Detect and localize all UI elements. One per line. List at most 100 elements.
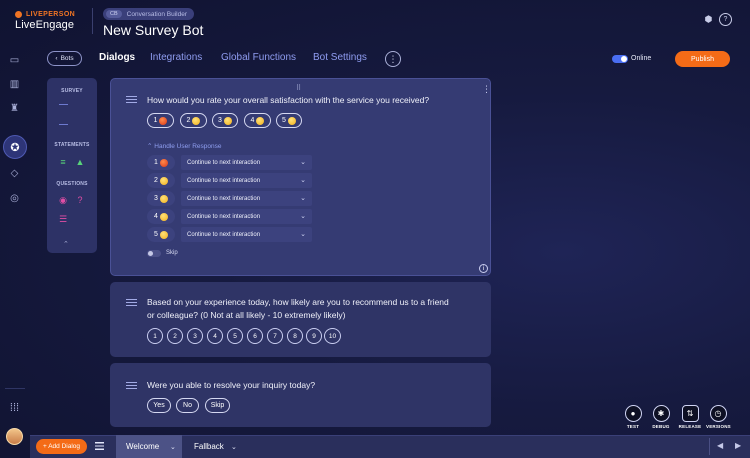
chat-icon[interactable]: ▭ xyxy=(7,53,22,68)
response-action-label: Continue to next interaction xyxy=(187,177,261,184)
menu-icon[interactable] xyxy=(95,442,104,450)
conversation-builder-icon[interactable]: ✪ xyxy=(3,135,27,159)
handle-user-response-toggle[interactable]: ⌃ Handle User Response xyxy=(147,142,221,150)
rating-option[interactable]: 4 xyxy=(244,113,271,128)
answer-yes-button[interactable]: Yes xyxy=(147,398,171,413)
nps-option[interactable]: 7 xyxy=(267,328,283,344)
rating-option[interactable]: 5 xyxy=(276,113,302,128)
question-type-icon xyxy=(126,299,137,308)
breadcrumb-tag: CB xyxy=(106,10,122,18)
versions-tool[interactable]: ◷ VERSIONS xyxy=(706,405,731,429)
survey-item-icon[interactable] xyxy=(57,119,69,131)
test-tool[interactable]: ● TEST xyxy=(621,405,645,429)
brand-dot-icon xyxy=(15,11,22,18)
dialog-tab-fallback[interactable]: Fallback ⌄ xyxy=(184,435,244,458)
answer-skip-button[interactable]: Skip xyxy=(205,398,230,413)
rail-divider xyxy=(5,388,25,389)
breadcrumb[interactable]: CB Conversation Builder xyxy=(103,8,194,20)
avatar[interactable] xyxy=(6,428,23,445)
bot-icon[interactable]: ♜ xyxy=(7,101,22,116)
nps-option[interactable]: 9 xyxy=(306,328,322,344)
palette-section-survey: SURVEY xyxy=(61,88,83,94)
response-action-label: Continue to next interaction xyxy=(187,195,261,202)
skip-toggle[interactable] xyxy=(147,250,161,257)
app-grid-icon[interactable]: ⁞⁞⁞ xyxy=(7,400,22,415)
nps-option[interactable]: 5 xyxy=(227,328,243,344)
response-row: 2 Continue to next interaction ⌄ xyxy=(147,173,312,188)
scroll-right-icon[interactable]: ▶ xyxy=(735,441,741,450)
chevron-down-icon: ⌄ xyxy=(300,231,306,238)
survey-item-icon[interactable] xyxy=(57,99,69,111)
chevron-left-icon: ‹ xyxy=(55,55,58,62)
option-label: 2 xyxy=(186,117,191,124)
nps-option[interactable]: 4 xyxy=(207,328,223,344)
nps-option[interactable]: 10 xyxy=(324,328,341,344)
response-number: 2 xyxy=(147,173,175,188)
add-dialog-button[interactable]: + Add Dialog xyxy=(36,439,87,454)
online-toggle[interactable] xyxy=(612,55,628,63)
chevron-down-icon: ⌄ xyxy=(300,177,306,184)
response-action-select[interactable]: Continue to next interaction ⌄ xyxy=(181,173,312,188)
rating-option[interactable]: 3 xyxy=(212,113,238,128)
page-title: New Survey Bot xyxy=(103,22,204,38)
info-icon[interactable]: i xyxy=(479,264,488,273)
tab-bot-settings[interactable]: Bot Settings xyxy=(313,52,367,63)
text-statement-icon[interactable]: ≡ xyxy=(57,156,69,168)
nps-option[interactable]: 6 xyxy=(247,328,263,344)
image-statement-icon[interactable]: ▲ xyxy=(74,156,86,168)
response-action-select[interactable]: Continue to next interaction ⌄ xyxy=(181,227,312,242)
rating-option[interactable]: 2 xyxy=(180,113,207,128)
release-tool[interactable]: ⇅ RELEASE xyxy=(678,405,702,429)
response-num-label: 5 xyxy=(154,231,158,238)
neutral-emoji-icon xyxy=(223,116,232,125)
response-action-select[interactable]: Continue to next interaction ⌄ xyxy=(181,155,312,170)
cube-icon[interactable]: ⬢ xyxy=(702,13,715,26)
dialog-tab-welcome[interactable]: Welcome ⌄ xyxy=(116,435,182,458)
multiple-choice-icon[interactable]: ◉ xyxy=(57,194,69,206)
chevron-down-icon: ⌄ xyxy=(300,195,306,202)
chevron-down-icon[interactable]: ⌄ xyxy=(170,443,176,451)
rating-option[interactable]: 1 xyxy=(147,113,174,128)
question-type-icon xyxy=(126,382,137,391)
nps-option[interactable]: 8 xyxy=(287,328,303,344)
app-header: LIVEPERSON LiveEngage CB Conversation Bu… xyxy=(0,0,750,42)
scroll-left-icon[interactable]: ◀ xyxy=(717,441,723,450)
back-to-bots-button[interactable]: ‹ Bots xyxy=(47,51,82,66)
chevron-down-icon: ⌄ xyxy=(300,159,306,166)
header-divider xyxy=(92,8,93,34)
happy-emoji-icon xyxy=(287,116,296,125)
smile-emoji-icon xyxy=(256,116,265,125)
question-card-3[interactable] xyxy=(110,363,491,427)
help-icon[interactable]: ? xyxy=(719,13,732,26)
tab-global-functions[interactable]: Global Functions xyxy=(221,52,296,63)
chevron-up-icon[interactable]: ⌃ xyxy=(63,240,69,248)
list-question-icon[interactable]: ☰ xyxy=(57,213,69,225)
option-label: 1 xyxy=(153,117,158,124)
response-row: 5 Continue to next interaction ⌄ xyxy=(147,227,312,242)
response-action-select[interactable]: Continue to next interaction ⌄ xyxy=(181,191,312,206)
nps-option[interactable]: 3 xyxy=(187,328,203,344)
question-icon[interactable]: ? xyxy=(74,194,86,206)
nps-option[interactable]: 1 xyxy=(147,328,163,344)
debug-tool[interactable]: ✱ DEBUG xyxy=(649,405,673,429)
card-menu-icon[interactable]: ⋮ xyxy=(482,84,491,95)
tool-label: TEST xyxy=(626,424,640,429)
online-label: Online xyxy=(631,55,652,62)
response-number: 4 xyxy=(147,209,175,224)
drag-handle-icon[interactable]: ⠿ xyxy=(296,84,301,92)
more-options-button[interactable]: ⋮ xyxy=(385,51,401,67)
answer-no-button[interactable]: No xyxy=(176,398,199,413)
response-action-select[interactable]: Continue to next interaction ⌄ xyxy=(181,209,312,224)
user-circle-icon[interactable]: ◎ xyxy=(7,191,22,206)
tab-integrations[interactable]: Integrations xyxy=(150,52,202,63)
option-label: 5 xyxy=(282,117,286,124)
chevron-down-icon[interactable]: ⌄ xyxy=(231,443,237,451)
history-icon: ◷ xyxy=(709,405,727,422)
angry-emoji-icon xyxy=(159,116,168,125)
tag-icon[interactable]: ◇ xyxy=(7,166,22,181)
response-number: 3 xyxy=(147,191,175,206)
publish-button[interactable]: Publish xyxy=(675,51,730,67)
nps-option[interactable]: 2 xyxy=(167,328,183,344)
bar-chart-icon[interactable]: ▥ xyxy=(7,77,22,92)
tab-dialogs[interactable]: Dialogs xyxy=(99,52,135,63)
